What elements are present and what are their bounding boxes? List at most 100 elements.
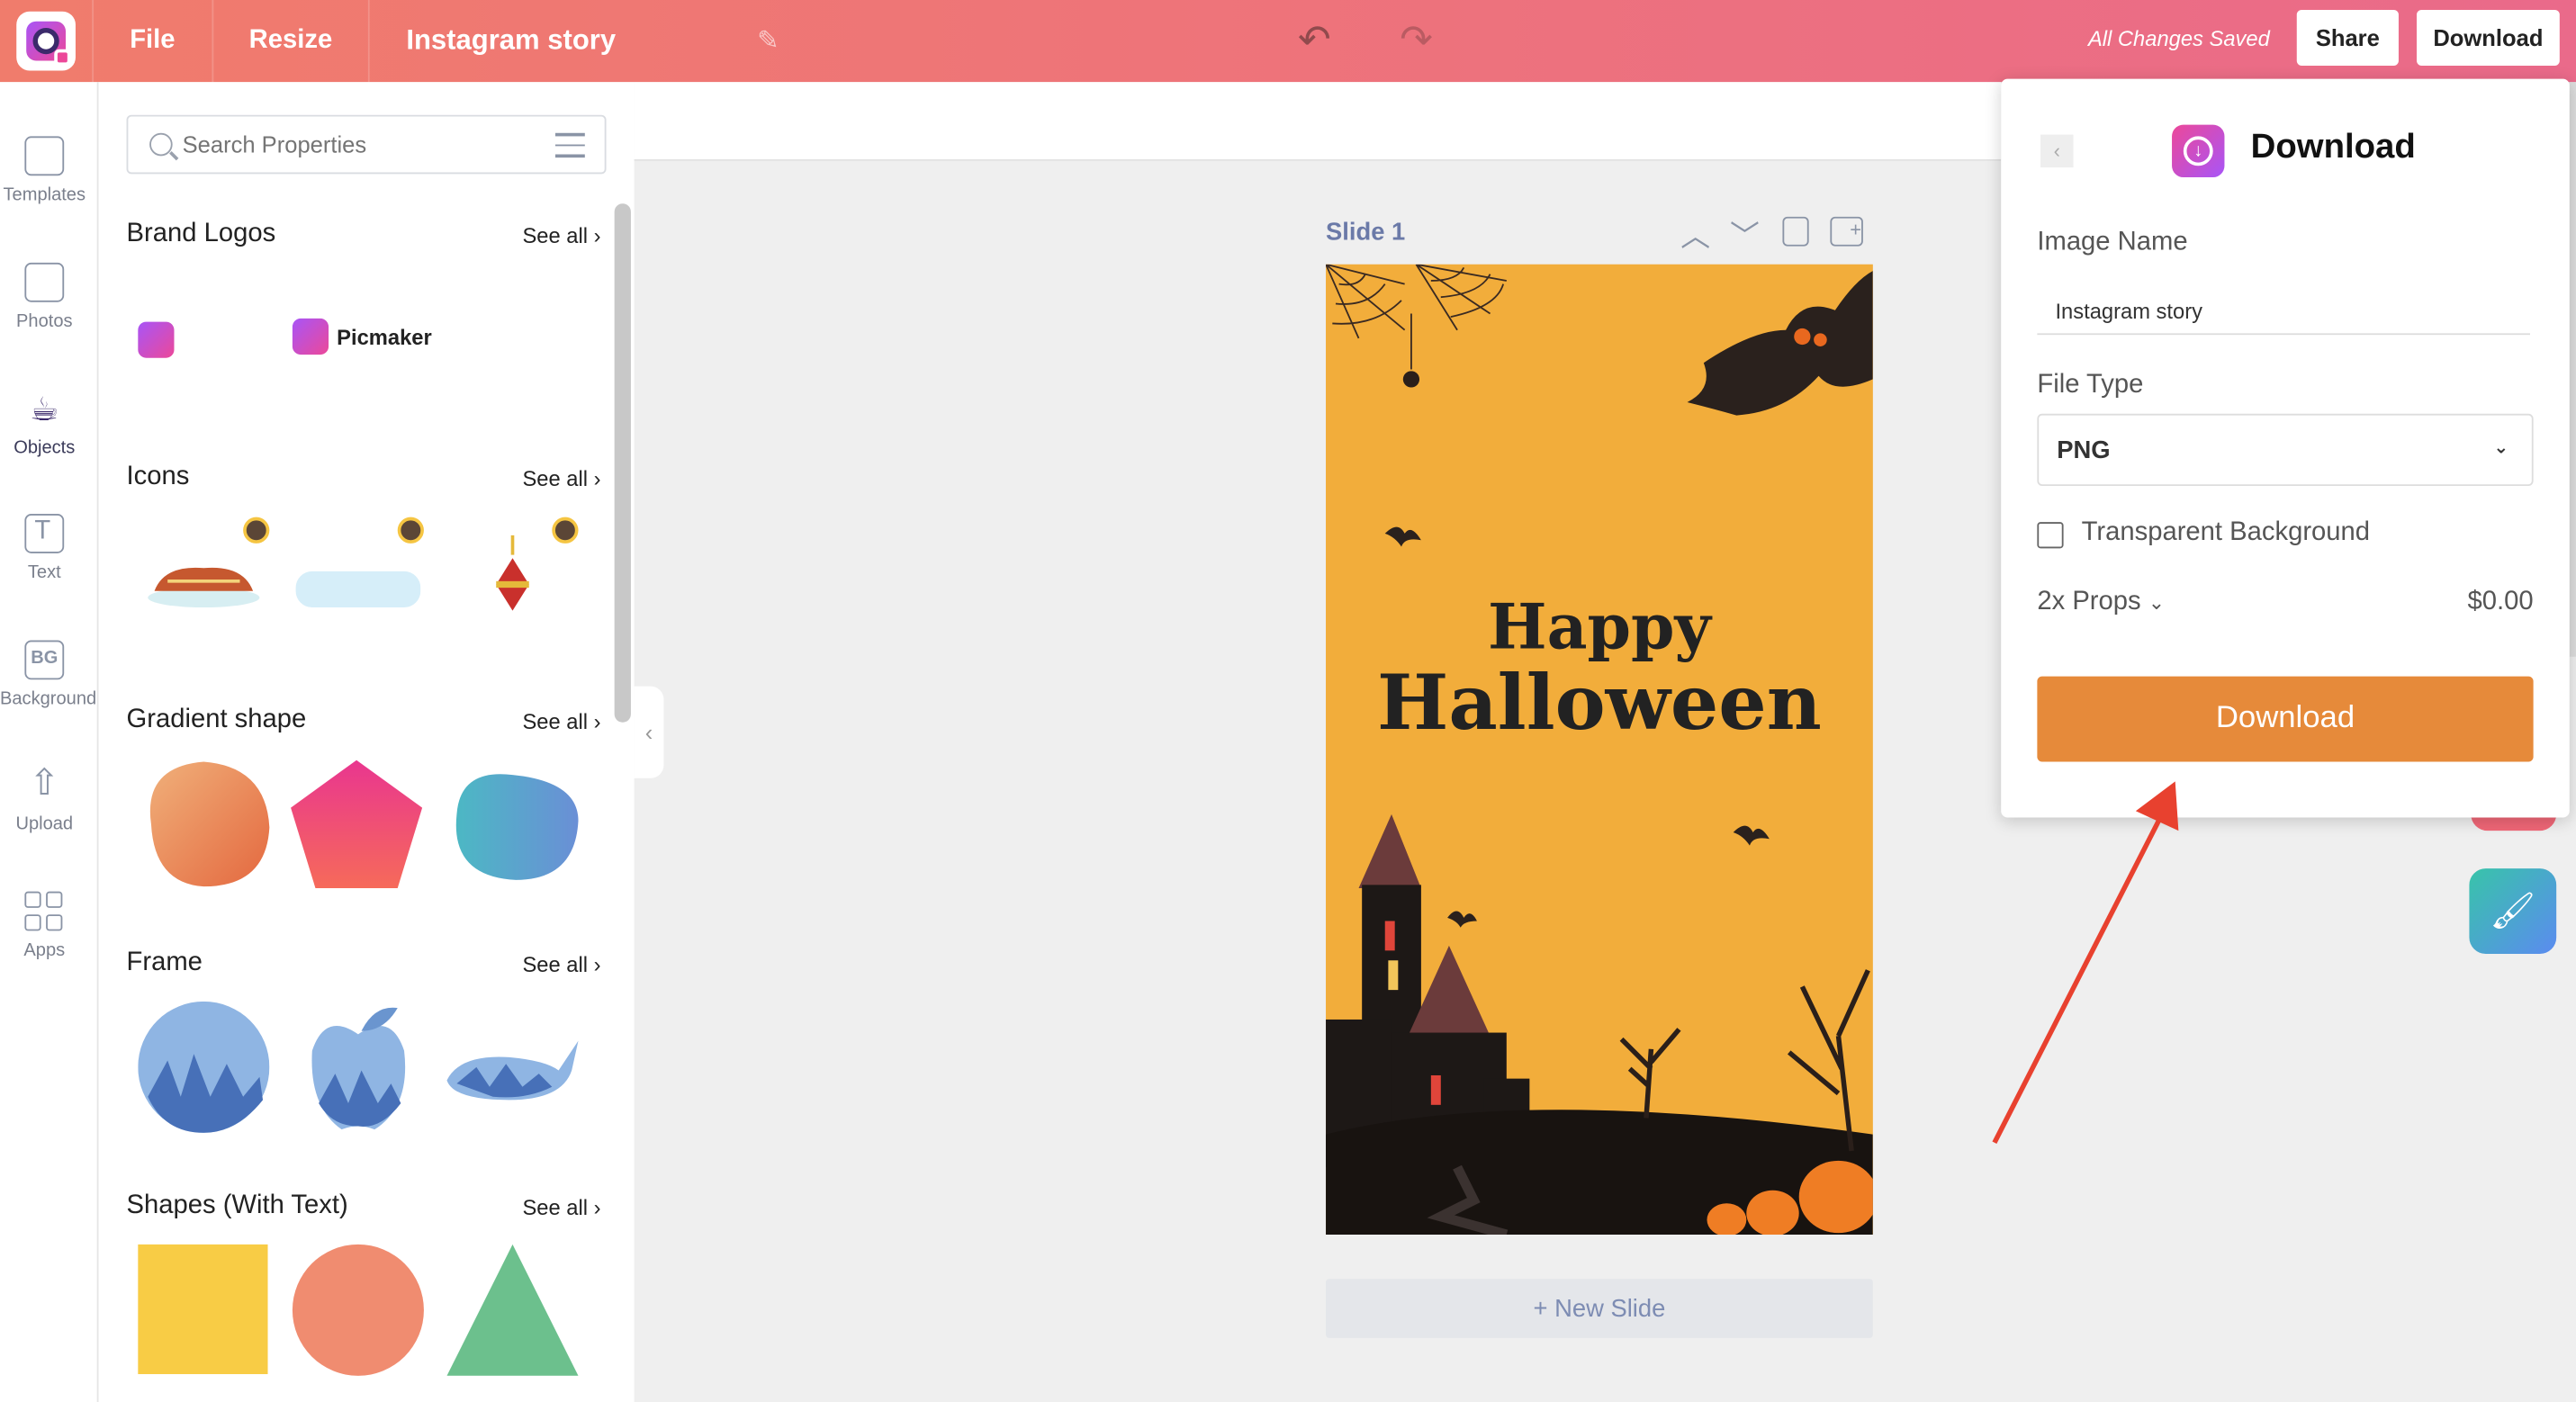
rail-item-text[interactable]: Text xyxy=(0,514,89,583)
apps-icon xyxy=(24,891,64,931)
chevron-down-icon: ⌄ xyxy=(2493,438,2509,459)
menu-file[interactable]: File xyxy=(92,0,211,83)
brand-logo-small[interactable] xyxy=(138,321,175,358)
move-down-chevron-icon[interactable]: ﹀ xyxy=(1730,213,1760,256)
properties-panel: Brand Logos See all › Picmaker Icons See… xyxy=(98,82,635,1402)
duplicate-slide-icon[interactable] xyxy=(1782,216,1809,247)
rail-label: Photos xyxy=(16,311,73,332)
see-all-label: See all xyxy=(522,952,589,977)
icon-ornament[interactable] xyxy=(493,535,533,634)
slide-canvas[interactable]: Happy Halloween xyxy=(1326,264,1873,1235)
section-title-brand-logos: Brand Logos xyxy=(126,220,276,248)
rail-item-objects[interactable]: Objects xyxy=(0,389,89,458)
upload-icon xyxy=(24,765,64,804)
redo-icon[interactable]: ↷ xyxy=(1400,16,1433,64)
right-scrollbar[interactable] xyxy=(2569,82,2576,657)
download-button[interactable]: Download xyxy=(2037,676,2534,762)
rail-label: Text xyxy=(27,562,61,583)
see-all-gradient-shape[interactable]: See all › xyxy=(522,709,600,733)
panel-scrollbar[interactable] xyxy=(614,203,631,723)
file-type-select[interactable]: PNG ⌄ xyxy=(2037,413,2534,487)
gradient-blob-orange[interactable] xyxy=(135,759,273,890)
search-input[interactable] xyxy=(182,130,545,158)
rail-item-apps[interactable]: Apps xyxy=(0,891,89,961)
app-logo[interactable] xyxy=(0,0,92,82)
props-dropdown[interactable]: 2x Props ⌄ xyxy=(2037,588,2165,617)
brand-logo-text: Picmaker xyxy=(337,324,432,349)
frame-apple[interactable] xyxy=(309,1002,408,1133)
app-window: File Resize Instagram story ✎ ↶ ↷ All Ch… xyxy=(0,0,2576,1402)
move-up-chevron-icon[interactable]: ︿ xyxy=(1680,213,1710,256)
templates-icon xyxy=(24,136,65,176)
shape-square[interactable] xyxy=(138,1244,268,1375)
see-all-label: See all xyxy=(522,466,589,491)
rail-label: Upload xyxy=(15,813,74,834)
design-text-halloween[interactable]: Halloween xyxy=(1326,659,1873,748)
section-title-shapes-with-text: Shapes (With Text) xyxy=(126,1191,348,1220)
chevron-down-icon: ⌄ xyxy=(2148,590,2166,615)
picmaker-logo-icon xyxy=(16,11,76,71)
search-box[interactable] xyxy=(126,114,607,175)
canvas-toolbar xyxy=(634,82,2002,161)
section-title-frame: Frame xyxy=(126,948,203,977)
shape-circle[interactable] xyxy=(292,1244,424,1376)
collapse-panel-chevron-icon[interactable]: ‹ xyxy=(634,686,664,778)
image-name-input[interactable]: Instagram story xyxy=(2037,283,2530,336)
share-button[interactable]: Share xyxy=(2296,9,2399,66)
menu-resize[interactable]: Resize xyxy=(211,0,369,83)
text-icon xyxy=(24,514,65,553)
see-all-shapes-with-text[interactable]: See all › xyxy=(522,1195,600,1219)
filter-icon[interactable] xyxy=(554,132,585,159)
design-text-happy[interactable]: Happy xyxy=(1326,589,1873,663)
frame-whale[interactable] xyxy=(444,1031,581,1107)
save-status: All Changes Saved xyxy=(2087,26,2270,51)
shape-triangle[interactable] xyxy=(446,1244,579,1376)
rail-label: Templates xyxy=(3,185,86,206)
icon-roast-turkey[interactable] xyxy=(145,555,263,608)
slide-label: Slide 1 xyxy=(1326,218,1406,247)
see-all-label: See all xyxy=(522,223,589,248)
see-all-label: See all xyxy=(522,1195,589,1220)
rail-item-photos[interactable]: Photos xyxy=(0,262,89,332)
see-all-icons[interactable]: See all › xyxy=(522,466,600,490)
file-type-value: PNG xyxy=(2057,436,2111,465)
picmaker-mark-icon xyxy=(292,318,329,355)
frame-circle-forest[interactable] xyxy=(138,1001,270,1133)
brand-logo-full[interactable]: Picmaker xyxy=(292,318,432,355)
undo-icon[interactable]: ↶ xyxy=(1298,16,1331,64)
rail-item-templates[interactable]: Templates xyxy=(0,136,89,205)
icon-cloud-wave[interactable] xyxy=(295,562,421,611)
section-title-icons: Icons xyxy=(126,463,190,491)
document-title[interactable]: Instagram story xyxy=(368,0,642,83)
rail-item-background[interactable]: BG Background xyxy=(0,640,96,709)
new-slide-button[interactable]: + New Slide xyxy=(1326,1279,1873,1338)
background-icon: BG xyxy=(24,640,65,680)
gradient-blob-blue[interactable] xyxy=(444,765,581,883)
rail-label: Background xyxy=(0,689,97,710)
premium-badge-icon xyxy=(243,517,270,544)
paint-bucket-icon[interactable]: 🖌 xyxy=(2469,868,2557,954)
premium-badge-icon xyxy=(552,517,579,544)
transparent-background-checkbox[interactable] xyxy=(2037,522,2064,549)
price-value: $0.00 xyxy=(2467,588,2534,616)
halloween-illustration xyxy=(1326,264,1873,1235)
back-chevron-icon[interactable]: ‹ xyxy=(2040,134,2074,168)
add-slide-icon[interactable]: + xyxy=(1830,216,1863,247)
transparent-background-label: Transparent Background xyxy=(2081,518,2371,547)
image-name-label: Image Name xyxy=(2037,228,2188,256)
rail-label: Objects xyxy=(14,438,76,459)
download-panel-title: Download xyxy=(2250,128,2416,166)
rail-label: Apps xyxy=(23,940,66,961)
premium-badge-icon xyxy=(397,517,424,544)
annotation-arrow xyxy=(1992,781,2179,1145)
rail-item-upload[interactable]: Upload xyxy=(0,765,89,834)
see-all-brand-logos[interactable]: See all › xyxy=(522,223,600,247)
see-all-frame[interactable]: See all › xyxy=(522,952,600,976)
gradient-pentagon[interactable] xyxy=(289,759,424,890)
search-icon xyxy=(149,132,173,157)
pencil-icon[interactable]: ✎ xyxy=(757,24,779,57)
see-all-label: See all xyxy=(522,709,589,734)
objects-icon xyxy=(24,389,64,428)
file-type-label: File Type xyxy=(2037,371,2144,400)
download-top-button[interactable]: Download xyxy=(2417,9,2560,66)
